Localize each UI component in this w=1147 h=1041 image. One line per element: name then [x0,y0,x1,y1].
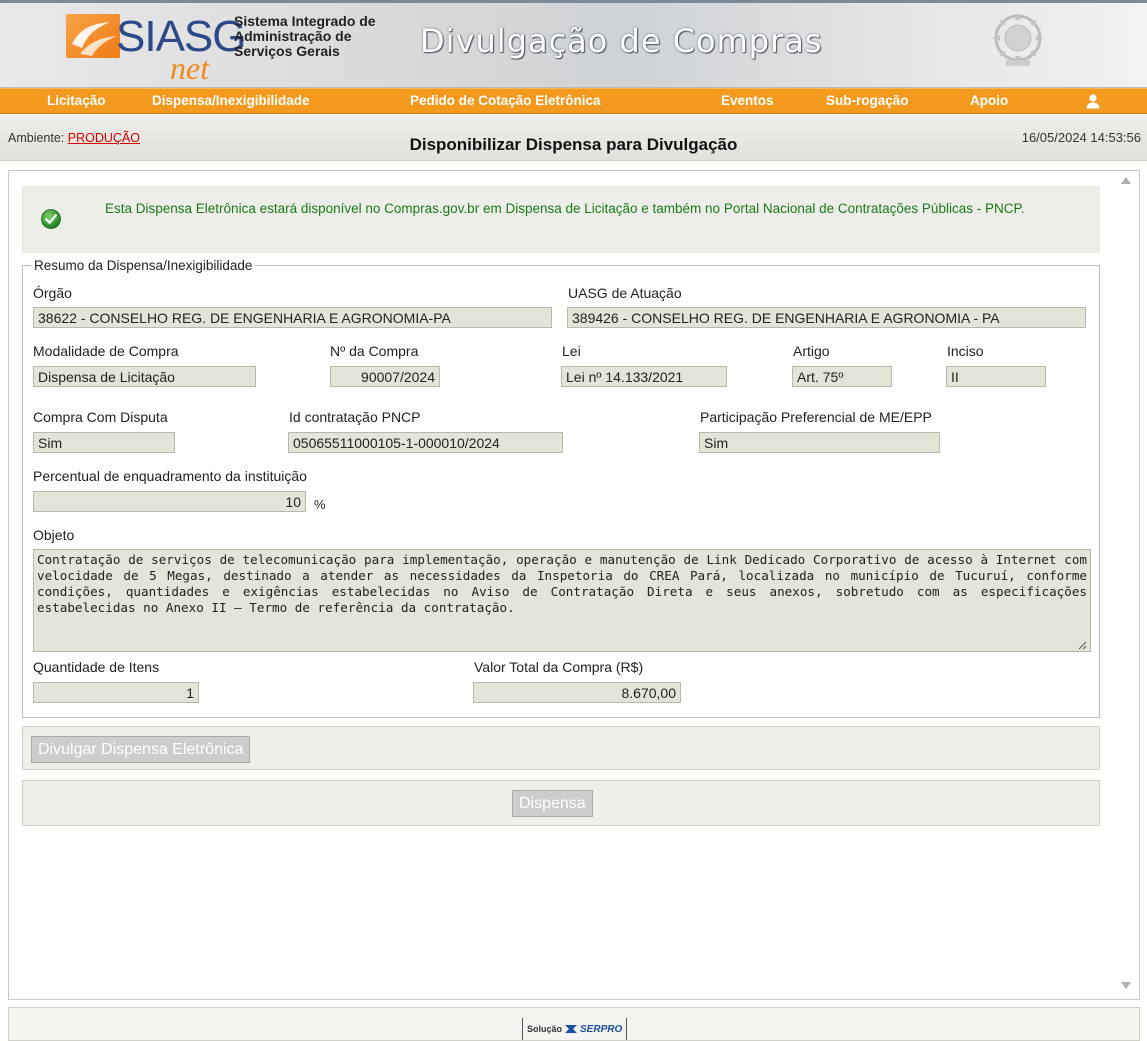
siasg-logo-icon [66,14,120,58]
modalidade-field: Dispensa de Licitação [33,366,256,387]
artigo-label: Artigo [793,343,830,359]
qtd-itens-field: 1 [33,682,199,703]
uasg-label: UASG de Atuação [568,285,682,301]
valor-total-label: Valor Total da Compra (R$) [474,659,644,675]
system-name-line-3: Serviços Gerais [234,43,340,59]
percentual-unit: % [314,497,326,512]
nav-item-apoio[interactable]: Apoio [970,93,1008,108]
resumo-legend: Resumo da Dispensa/Inexigibilidade [34,258,253,273]
nav-item-eventos[interactable]: Eventos [721,93,774,108]
header-banner: SIASG net Sistema Integrado de Administr… [0,0,1147,88]
action-bar: Divulgar Dispensa Eletrônica [22,726,1100,770]
inciso-field: II [946,366,1046,387]
serpro-brand-text: SERPRO [580,1023,623,1035]
qtd-itens-label: Quantidade de Itens [33,659,160,675]
compra-disputa-field: Sim [33,432,175,453]
siasg-net-logo: SIASG net [60,12,246,86]
system-name-line-2: Administração de [234,28,352,44]
serpro-logo: Solução SERPRO [522,1018,628,1040]
check-circle-icon [41,209,61,229]
logo-net-text: net [170,50,210,86]
id-pncp-field: 05065511000105-1-000010/2024 [288,432,563,453]
compra-disputa-label: Compra Com Disputa [33,409,168,425]
solucao-text: Solução [527,1024,563,1034]
resize-grip-icon[interactable] [1077,638,1087,650]
notice-text: Esta Dispensa Eletrônica estará disponív… [105,201,1025,216]
id-pncp-label: Id contratação PNCP [289,409,421,425]
page-title: Disponibilizar Dispensa para Divulgação [409,135,738,154]
footer: Solução SERPRO [8,1007,1140,1041]
objeto-textarea[interactable]: Contratação de serviços de telecomunicaç… [33,549,1091,652]
coat-of-arms-icon [990,10,1046,72]
navigation-bar: Dispensa [22,780,1100,826]
banner-title: Divulgação de Compras [420,22,823,60]
nav-item-sub-rogacao[interactable]: Sub-rogação [826,93,909,108]
header-top-line [0,0,1147,3]
orgao-label: Órgão [33,285,72,301]
serpro-mark-icon [565,1025,578,1033]
orgao-field: 38622 - CONSELHO REG. DE ENGENHARIA E AG… [33,307,552,328]
percentual-field: 10 [33,491,306,512]
system-name-line-1: Sistema Integrado de [234,13,376,29]
nav-item-licitacao[interactable]: Licitação [47,93,106,108]
objeto-text: Contratação de serviços de telecomunicaç… [37,552,1087,615]
me-epp-label: Participação Preferencial de ME/EPP [700,409,932,425]
valor-total-field: 8.670,00 [473,682,681,703]
percentual-label: Percentual de enquadramento da instituiç… [33,468,307,484]
scroll-down-arrow-icon[interactable] [1121,982,1131,989]
inciso-label: Inciso [947,343,984,359]
scroll-up-arrow-icon[interactable] [1121,177,1131,184]
nav-item-dispensa-inexigibilidade[interactable]: Dispensa/Inexigibilidade [152,93,310,108]
me-epp-field: Sim [699,432,940,453]
uasg-field: 389426 - CONSELHO REG. DE ENGENHARIA E A… [567,307,1086,328]
success-notice: Esta Dispensa Eletrônica estará disponív… [22,186,1100,253]
modalidade-label: Modalidade de Compra [33,343,179,359]
divulgar-dispensa-button[interactable]: Divulgar Dispensa Eletrônica [31,736,251,763]
numero-compra-field: 90007/2024 [330,366,440,387]
nav-item-pedido-cotacao[interactable]: Pedido de Cotação Eletrônica [410,93,601,108]
artigo-field: Art. 75º [792,366,892,387]
system-name: Sistema Integrado de Administração de Se… [234,14,404,59]
numero-compra-label: Nº da Compra [330,343,419,359]
status-bar: Ambiente: PRODUÇÃO Disponibilizar Dispen… [0,115,1147,161]
datetime: 16/05/2024 14:53:56 [1021,130,1141,145]
lei-label: Lei [562,343,581,359]
main-nav: Licitação Dispensa/Inexigibilidade Pedid… [0,88,1147,114]
lei-field: Lei nº 14.133/2021 [561,366,727,387]
user-icon[interactable] [1085,93,1101,109]
dispensa-button[interactable]: Dispensa [512,790,593,817]
objeto-label: Objeto [33,527,75,543]
